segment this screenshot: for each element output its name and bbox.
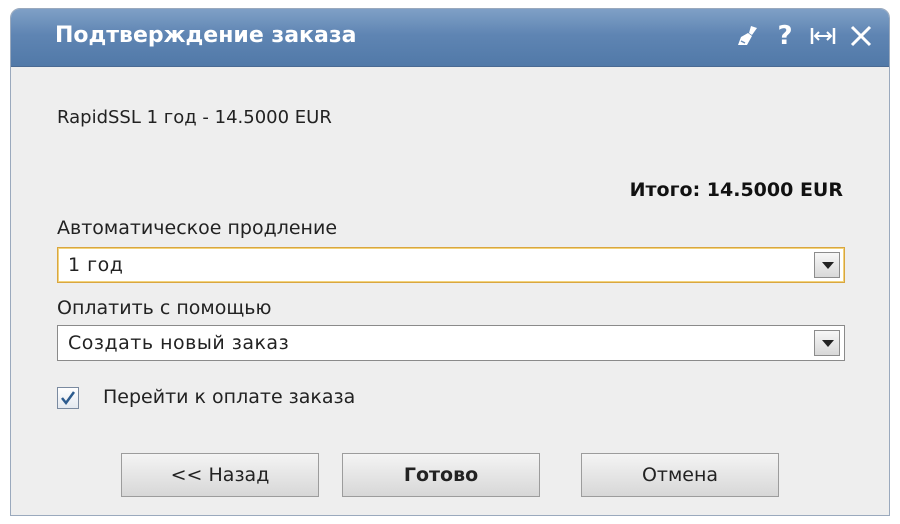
go-to-payment-label: Перейти к оплате заказа [103,386,356,408]
order-total: Итого: 14.5000 EUR [629,179,843,201]
dialog-title: Подтверждение заказа [55,23,357,48]
dialog-titlebar: Подтверждение заказа ? [11,9,889,67]
payment-method-label: Оплатить с помощью [57,297,272,319]
auto-renew-select[interactable]: 1 год [57,247,845,283]
cancel-button[interactable]: Отмена [581,453,779,497]
done-button[interactable]: Готово [342,453,540,497]
payment-method-select[interactable]: Создать новый заказ [57,325,845,361]
payment-method-value: Создать новый заказ [68,332,290,354]
resize-icon[interactable] [809,21,837,51]
chevron-down-icon[interactable] [814,252,840,278]
order-confirmation-dialog: Подтверждение заказа ? RapidSSL 1 год - … [10,8,890,516]
broom-icon[interactable] [733,21,761,51]
go-to-payment-checkbox[interactable] [57,387,79,409]
back-button[interactable]: << Назад [121,453,319,497]
titlebar-icons: ? [733,21,875,51]
checkmark-icon [61,391,76,406]
chevron-down-icon[interactable] [814,330,840,356]
help-icon-glyph: ? [777,21,793,51]
close-icon[interactable] [847,21,875,51]
auto-renew-label: Автоматическое продление [57,217,338,239]
help-icon[interactable]: ? [771,21,799,51]
order-item-line: RapidSSL 1 год - 14.5000 EUR [57,107,332,128]
auto-renew-value: 1 год [68,254,124,276]
